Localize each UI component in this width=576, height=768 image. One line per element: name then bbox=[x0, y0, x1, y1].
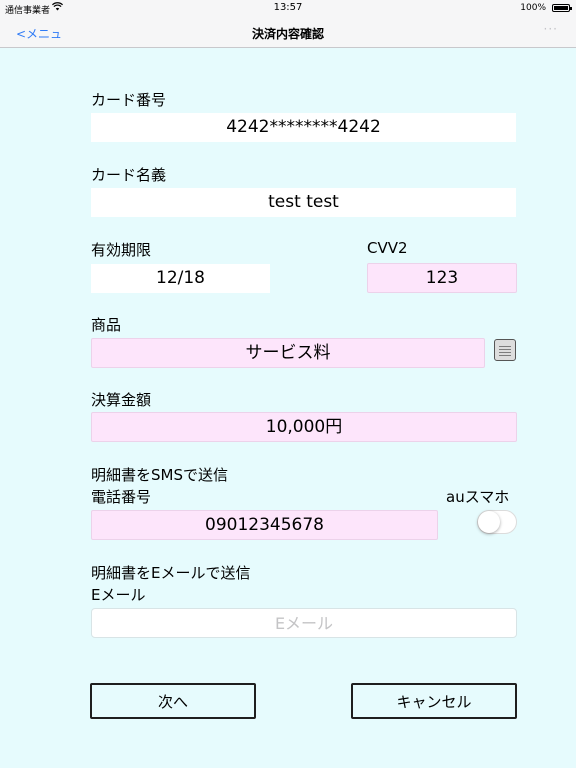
more-icon: ··· bbox=[543, 22, 558, 36]
au-smartphone-label: auスマホ bbox=[446, 488, 510, 506]
card-number-label: カード番号 bbox=[91, 91, 167, 109]
battery-percentage: 100% bbox=[520, 3, 546, 13]
expiry-field[interactable]: 12/18 bbox=[91, 264, 270, 293]
email-section-label: 明細書をEメールで送信 bbox=[91, 564, 251, 582]
product-label: 商品 bbox=[91, 316, 122, 334]
cvv-label: CVV2 bbox=[367, 239, 408, 257]
next-button[interactable]: 次へ bbox=[90, 683, 256, 719]
page-title: 決済内容確認 bbox=[251, 27, 324, 41]
navigation-bar: <メニュ 決済内容確認 ··· bbox=[0, 18, 576, 48]
cvv-field[interactable]: 123 bbox=[367, 263, 517, 293]
au-smartphone-toggle[interactable] bbox=[477, 510, 517, 534]
amount-label: 決算金額 bbox=[91, 391, 152, 409]
toggle-knob bbox=[478, 511, 500, 533]
amount-field[interactable]: 10,000円 bbox=[91, 412, 517, 442]
battery-icon bbox=[552, 4, 572, 12]
status-bar: 通信事業者 13:57 100% bbox=[0, 0, 576, 18]
product-field[interactable]: サービス料 bbox=[91, 338, 485, 368]
card-number-field[interactable]: 4242********4242 bbox=[91, 113, 516, 142]
expiry-label: 有効期限 bbox=[91, 241, 152, 259]
phone-number-field[interactable]: 09012345678 bbox=[91, 510, 438, 540]
sms-section-label: 明細書をSMSで送信 bbox=[91, 466, 228, 484]
email-field[interactable]: Eメール bbox=[91, 608, 517, 638]
cancel-button[interactable]: キャンセル bbox=[351, 683, 517, 719]
card-holder-field[interactable]: test test bbox=[91, 188, 516, 217]
card-holder-label: カード名義 bbox=[91, 166, 167, 184]
email-label: Eメール bbox=[91, 586, 146, 604]
phone-label: 電話番号 bbox=[91, 488, 152, 506]
product-list-icon[interactable] bbox=[494, 339, 516, 361]
clock: 13:57 bbox=[273, 2, 303, 13]
